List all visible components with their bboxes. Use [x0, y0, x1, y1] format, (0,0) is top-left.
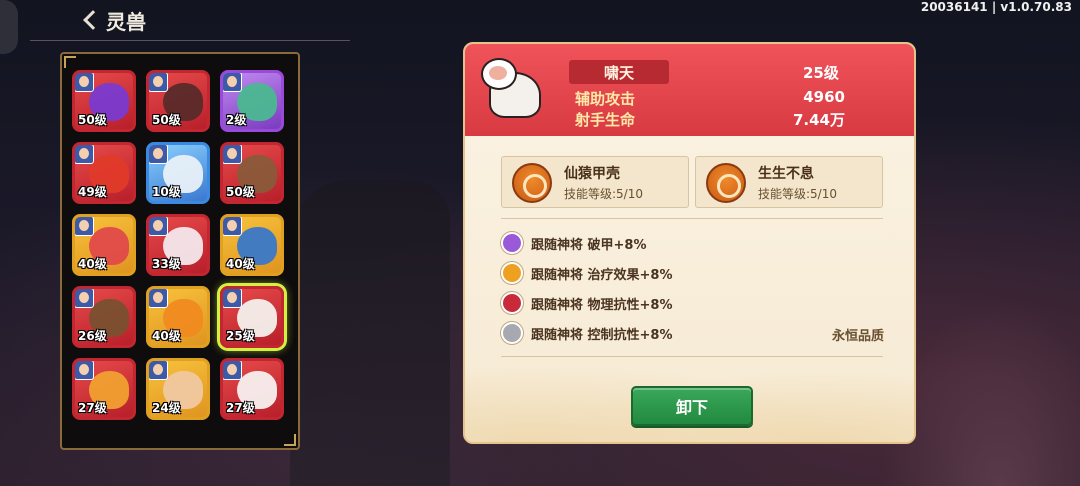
- side-tab[interactable]: [0, 0, 18, 54]
- buff-icon: [501, 322, 523, 344]
- pet-level-label: 50级: [152, 113, 181, 127]
- pet-grid: 50级 50级 2级 49级 10级 50级 40级 33级 40级 26级 40级 25级 27级 24…: [72, 70, 284, 420]
- pet-cell[interactable]: 2级: [220, 70, 284, 132]
- quality-label: 永恒品质: [831, 329, 884, 344]
- version-label: 20036141 | v1.0.70.83: [920, 0, 1072, 14]
- buff-row: 跟随神将 控制抗性+8%: [501, 322, 673, 344]
- pet-cell[interactable]: 40级: [146, 286, 210, 348]
- divider: [501, 356, 883, 357]
- buff-text: 跟随神将 物理抗性+8%: [531, 297, 673, 313]
- chevron-left-icon: [83, 10, 103, 30]
- pet-level-label: 33级: [152, 257, 181, 271]
- divider: [501, 218, 883, 219]
- pet-cell[interactable]: 25级: [220, 286, 284, 348]
- portrait-face: [489, 66, 507, 80]
- pet-cell[interactable]: 49级: [72, 142, 136, 204]
- skill-card[interactable]: 仙猿甲壳 技能等级:5/10: [501, 156, 689, 208]
- buff-text: 跟随神将 治疗效果+8%: [531, 267, 673, 283]
- hero-avatar-icon: [223, 145, 242, 164]
- stat-value: 4960: [803, 88, 845, 106]
- hero-avatar-icon: [149, 217, 168, 236]
- stat-value: 7.44万: [792, 111, 845, 129]
- pet-level-label: 25级: [226, 329, 255, 343]
- pet-level-label: 50级: [78, 113, 107, 127]
- page-title: 灵兽: [106, 9, 146, 34]
- pet-level-label: 27级: [78, 401, 107, 415]
- buff-icon: [501, 292, 523, 314]
- hero-avatar-icon: [149, 289, 168, 308]
- pet-level-label: 27级: [226, 401, 255, 415]
- hero-avatar-icon: [75, 217, 94, 236]
- buff-icon: [501, 262, 523, 284]
- unequip-button[interactable]: 卸下: [631, 386, 753, 426]
- buff-icon: [501, 232, 523, 254]
- stat-label: 射手生命: [575, 111, 636, 129]
- pet-cell[interactable]: 33级: [146, 214, 210, 276]
- buff-text: 跟随神将 控制抗性+8%: [531, 327, 673, 343]
- pet-level-label: 40级: [152, 329, 181, 343]
- hero-avatar-icon: [75, 361, 94, 380]
- pet-cell[interactable]: 27级: [220, 358, 284, 420]
- pet-cell[interactable]: 40级: [72, 214, 136, 276]
- pet-grid-panel: 50级 50级 2级 49级 10级 50级 40级 33级 40级 26级 40级 25级 27级 24…: [60, 52, 300, 450]
- pet-level-label: 26级: [78, 329, 107, 343]
- hero-avatar-icon: [223, 289, 242, 308]
- pet-level: 25级: [803, 64, 839, 82]
- ape-skill-icon: [512, 163, 552, 203]
- pet-cell[interactable]: 10级: [146, 142, 210, 204]
- pet-level-label: 24级: [152, 401, 181, 415]
- skill-level: 技能等级:5/10: [564, 187, 643, 201]
- flame-skill-icon: [706, 163, 746, 203]
- skill-level: 技能等级:5/10: [758, 187, 837, 201]
- background-rock: [290, 180, 450, 486]
- skill-name: 仙猿甲壳: [564, 166, 620, 182]
- stat-row: 辅助攻击 4960: [575, 88, 845, 109]
- back-button[interactable]: 灵兽: [80, 6, 146, 34]
- pet-cell[interactable]: 26级: [72, 286, 136, 348]
- pet-cell[interactable]: 27级: [72, 358, 136, 420]
- pet-cell[interactable]: 50级: [72, 70, 136, 132]
- buff-text: 跟随神将 破甲+8%: [531, 237, 647, 253]
- pet-level-label: 50级: [226, 185, 255, 199]
- hero-avatar-icon: [75, 73, 94, 92]
- skill-card[interactable]: 生生不息 技能等级:5/10: [695, 156, 883, 208]
- pet-portrait: [479, 52, 555, 130]
- pet-level-label: 49级: [78, 185, 107, 199]
- pet-detail-panel: 啸天 25级 辅助攻击 4960 射手生命 7.44万 仙猿甲壳 技能等级:5/…: [463, 42, 916, 444]
- pet-level-label: 2级: [226, 113, 247, 127]
- pet-level-label: 40级: [78, 257, 107, 271]
- detail-header: 啸天 25级 辅助攻击 4960 射手生命 7.44万: [465, 44, 914, 136]
- skill-name: 生生不息: [758, 166, 814, 182]
- hero-avatar-icon: [223, 361, 242, 380]
- buff-row: 跟随神将 物理抗性+8%: [501, 292, 673, 314]
- pet-cell[interactable]: 24级: [146, 358, 210, 420]
- pet-level-label: 10级: [152, 185, 181, 199]
- pet-cell[interactable]: 50级: [220, 142, 284, 204]
- hero-avatar-icon: [75, 145, 94, 164]
- buff-row: 跟随神将 破甲+8%: [501, 232, 647, 254]
- pet-name: 啸天: [569, 60, 669, 84]
- pet-cell[interactable]: 50级: [146, 70, 210, 132]
- header-divider: [30, 40, 350, 41]
- hero-avatar-icon: [149, 73, 168, 92]
- hero-avatar-icon: [223, 73, 242, 92]
- stat-row: 射手生命 7.44万: [575, 109, 845, 130]
- hero-avatar-icon: [75, 289, 94, 308]
- buff-row: 跟随神将 治疗效果+8%: [501, 262, 673, 284]
- pet-level-label: 40级: [226, 257, 255, 271]
- pet-cell[interactable]: 40级: [220, 214, 284, 276]
- hero-avatar-icon: [223, 217, 242, 236]
- hero-avatar-icon: [149, 361, 168, 380]
- hero-avatar-icon: [149, 145, 168, 164]
- stat-label: 辅助攻击: [575, 90, 636, 108]
